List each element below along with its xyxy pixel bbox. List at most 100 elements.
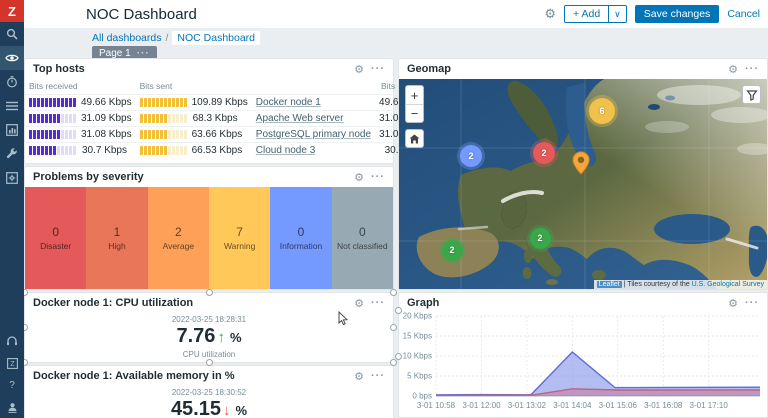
column-header [252,79,375,95]
widget-title: Docker node 1: CPU utilization [33,297,193,309]
reports-chart-icon[interactable] [0,118,24,142]
led-bar [140,98,187,107]
led-bar [29,98,76,107]
map-cluster-marker[interactable]: 2 [533,142,555,164]
integrations-z-icon[interactable]: Z [0,352,24,374]
severity-block-not-classified[interactable]: 0 Not classified [332,187,393,289]
bits-sent-value: 68.3 Kbps [192,113,238,124]
add-button[interactable]: + Add [565,6,608,22]
breadcrumb-separator: / [165,32,168,44]
save-changes-button[interactable]: Save changes [635,5,720,23]
map-cluster-marker[interactable]: 6 [589,98,615,124]
resize-handle[interactable] [390,289,397,296]
led-bar [29,114,76,123]
bits-received-value: 31.09 Kbps [81,113,132,124]
host-link[interactable]: Apache Web server [256,113,344,124]
cancel-link[interactable]: Cancel [727,8,760,20]
host-link[interactable]: Cloud node 3 [256,145,316,156]
zabbix-logo[interactable]: Z [0,0,24,22]
svg-text:3-01 12:00: 3-01 12:00 [462,401,501,410]
severity-count: 0 [359,225,366,239]
gear-icon[interactable]: ⚙ [354,171,364,184]
map-cluster-marker[interactable]: 2 [442,240,463,261]
page-title: NOC Dashboard [86,6,197,23]
gear-icon[interactable]: ⚙ [728,63,738,76]
map-attribution: Leaflet | Tiles courtesy of the U.S. Geo… [594,280,767,289]
severity-block-high[interactable]: 1High [86,187,147,289]
search-icon[interactable] [0,22,24,46]
value-number: 7.76 [177,325,216,348]
gear-icon[interactable]: ⚙ [354,63,364,76]
resize-handle[interactable] [395,353,402,360]
gear-icon[interactable]: ⚙ [354,297,364,310]
monitoring-eye-icon[interactable] [0,46,24,70]
led-bar [140,130,187,139]
map-pin-marker[interactable] [572,151,590,180]
more-menu-icon[interactable]: ··· [371,173,385,181]
resize-handle[interactable] [395,307,402,314]
resize-handle[interactable] [206,289,213,296]
severity-block-disaster[interactable]: 0Disaster [25,187,86,289]
led-bar [140,114,187,123]
graph-widget: Graph ⚙ ··· 0 bps5 Kbps10 Kbps15 Kbps20 … [398,292,768,418]
attribution-text: | Tiles courtesy of the [622,281,692,288]
geomap-widget: Geomap ⚙ ··· [398,58,768,290]
leaflet-link[interactable]: Leaflet [597,281,622,288]
svg-text:3-01 16:08: 3-01 16:08 [644,401,683,410]
map-zoom-control: + − [405,85,424,123]
host-link[interactable]: Docker node 1 [256,97,321,108]
widget-title: Problems by severity [33,171,144,183]
administration-gear-icon[interactable] [0,166,24,190]
more-menu-icon[interactable]: ··· [371,299,385,307]
map-cluster-marker[interactable]: 2 [530,228,551,249]
services-clock-icon[interactable] [0,70,24,94]
more-menu-icon[interactable]: ··· [371,372,385,380]
trend-down-icon: ↓ [223,402,231,418]
help-question-icon[interactable]: ? [0,374,24,396]
support-headset-icon[interactable] [0,330,24,352]
resize-handle[interactable] [390,359,397,366]
map-canvas[interactable]: + − 2 2 6 2 2 Leaflet | Tiles courtesy of th… [399,79,767,289]
bits-received-value: 49.66 Kbps [81,97,132,108]
severity-block-information[interactable]: 0Information [270,187,331,289]
user-profile-icon[interactable] [0,396,24,418]
graph-plot-area: 0 bps5 Kbps10 Kbps15 Kbps20 Kbps3-01 10:… [400,312,766,417]
led-bar [29,130,76,139]
host-link[interactable]: PostgreSQL primary node [256,129,371,140]
available-memory-widget: Docker node 1: Available memory in % ⚙ ·… [24,365,394,418]
breadcrumb-all-dashboards[interactable]: All dashboards [92,32,161,44]
severity-count: 0 [298,225,305,239]
gear-icon[interactable]: ⚙ [728,297,738,310]
add-dropdown-caret[interactable]: ∨ [608,6,626,22]
svg-text:20 Kbps: 20 Kbps [403,312,432,321]
svg-text:3-01 10:58: 3-01 10:58 [417,401,456,410]
breadcrumb: All dashboards / NOC Dashboard [24,31,260,45]
severity-count: 2 [175,225,182,239]
severity-label: Average [163,241,195,251]
resize-handle[interactable] [206,359,213,366]
zoom-in-button[interactable]: + [406,86,423,104]
more-menu-icon[interactable]: ··· [745,65,759,73]
severity-block-warning[interactable]: 7Warning [209,187,270,289]
led-bar [29,146,76,155]
svg-text:3-01 14:04: 3-01 14:04 [553,401,592,410]
configuration-wrench-icon[interactable] [0,142,24,166]
severity-label: Not classified [337,241,388,251]
svg-text:15 Kbps: 15 Kbps [403,332,432,341]
gear-icon[interactable]: ⚙ [354,370,364,383]
usgs-link[interactable]: U.S. Geological Survey [692,281,764,288]
more-menu-icon[interactable]: ··· [745,299,759,307]
more-menu-icon[interactable]: ··· [371,65,385,73]
filter-funnel-icon[interactable] [742,85,761,104]
dashboard-settings-gear-icon[interactable]: ⚙ [544,6,556,22]
bits-sent-value: 63.66 Kbps [192,129,243,140]
map-home-button[interactable] [405,129,424,148]
zoom-out-button[interactable]: − [406,104,423,122]
mouse-cursor [338,311,349,331]
severity-count: 1 [114,225,121,239]
resize-handle[interactable] [390,324,397,331]
inventory-list-icon[interactable] [0,94,24,118]
widget-title: Top hosts [33,63,85,75]
map-cluster-marker[interactable]: 2 [460,145,482,167]
severity-block-average[interactable]: 2 Average [148,187,209,289]
